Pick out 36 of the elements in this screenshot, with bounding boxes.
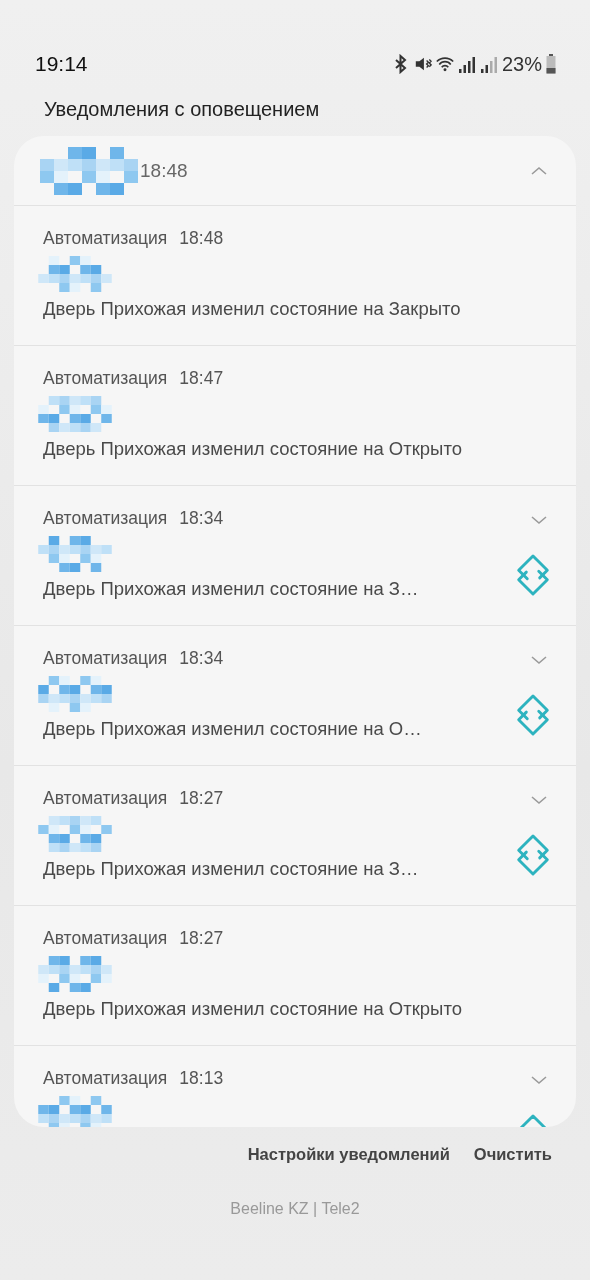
app-name: Автоматизация <box>43 508 168 530</box>
notification-message: Дверь Прихожая изменил состояние на О… <box>43 718 423 740</box>
carrier-name: Beeline KZ | Tele2 <box>229 1199 361 1218</box>
action-button[interactable]: Очистить <box>465 1139 560 1170</box>
app-name: Автоматизация <box>43 228 168 250</box>
app-name: Автоматизация <box>43 788 168 810</box>
signal-icon <box>457 54 476 74</box>
notification-message: Дверь Прихожая изменил состояние на З… <box>43 858 420 880</box>
notification-time: 18:27 <box>179 788 224 810</box>
notification-message: Дверь Прихожая изменил состояние на З… <box>43 578 420 600</box>
notification-time: 18:48 <box>179 228 224 250</box>
notification-message: Дверь Прихожая изменил состояние на Открыто <box>43 438 463 460</box>
notification-time: 18:47 <box>179 368 224 390</box>
notification-time: 18:34 <box>179 508 224 530</box>
group-time: 18:48 <box>140 159 189 182</box>
signal-icon <box>479 54 498 74</box>
app-name: Автоматизация <box>43 1068 168 1090</box>
notification-time: 18:13 <box>179 1068 224 1090</box>
expand-icon[interactable] <box>530 1074 548 1086</box>
notification-message: Дверь Прихожая изменил состояние на Закрыто <box>43 298 462 320</box>
app-name: Автоматизация <box>43 648 168 670</box>
expand-icon[interactable] <box>530 654 548 666</box>
status-time: 19:14 <box>35 52 88 76</box>
notification-message: Дверь Прихожая изменил состояние на Открыто <box>43 998 463 1020</box>
battery-level: 23% <box>501 52 542 76</box>
app-name: Автоматизация <box>43 368 168 390</box>
notification-time: 18:34 <box>179 648 224 670</box>
notification-time: 18:27 <box>179 928 224 950</box>
app-name: Автоматизация <box>43 928 168 950</box>
battery-icon <box>546 54 556 74</box>
section-title: Уведомления с оповещением <box>43 97 321 122</box>
wifi-icon <box>435 54 454 74</box>
action-button[interactable]: Настройки уведомлений <box>239 1139 458 1170</box>
expand-icon[interactable] <box>530 794 548 806</box>
collapse-icon[interactable] <box>530 164 548 177</box>
expand-icon[interactable] <box>530 514 548 526</box>
